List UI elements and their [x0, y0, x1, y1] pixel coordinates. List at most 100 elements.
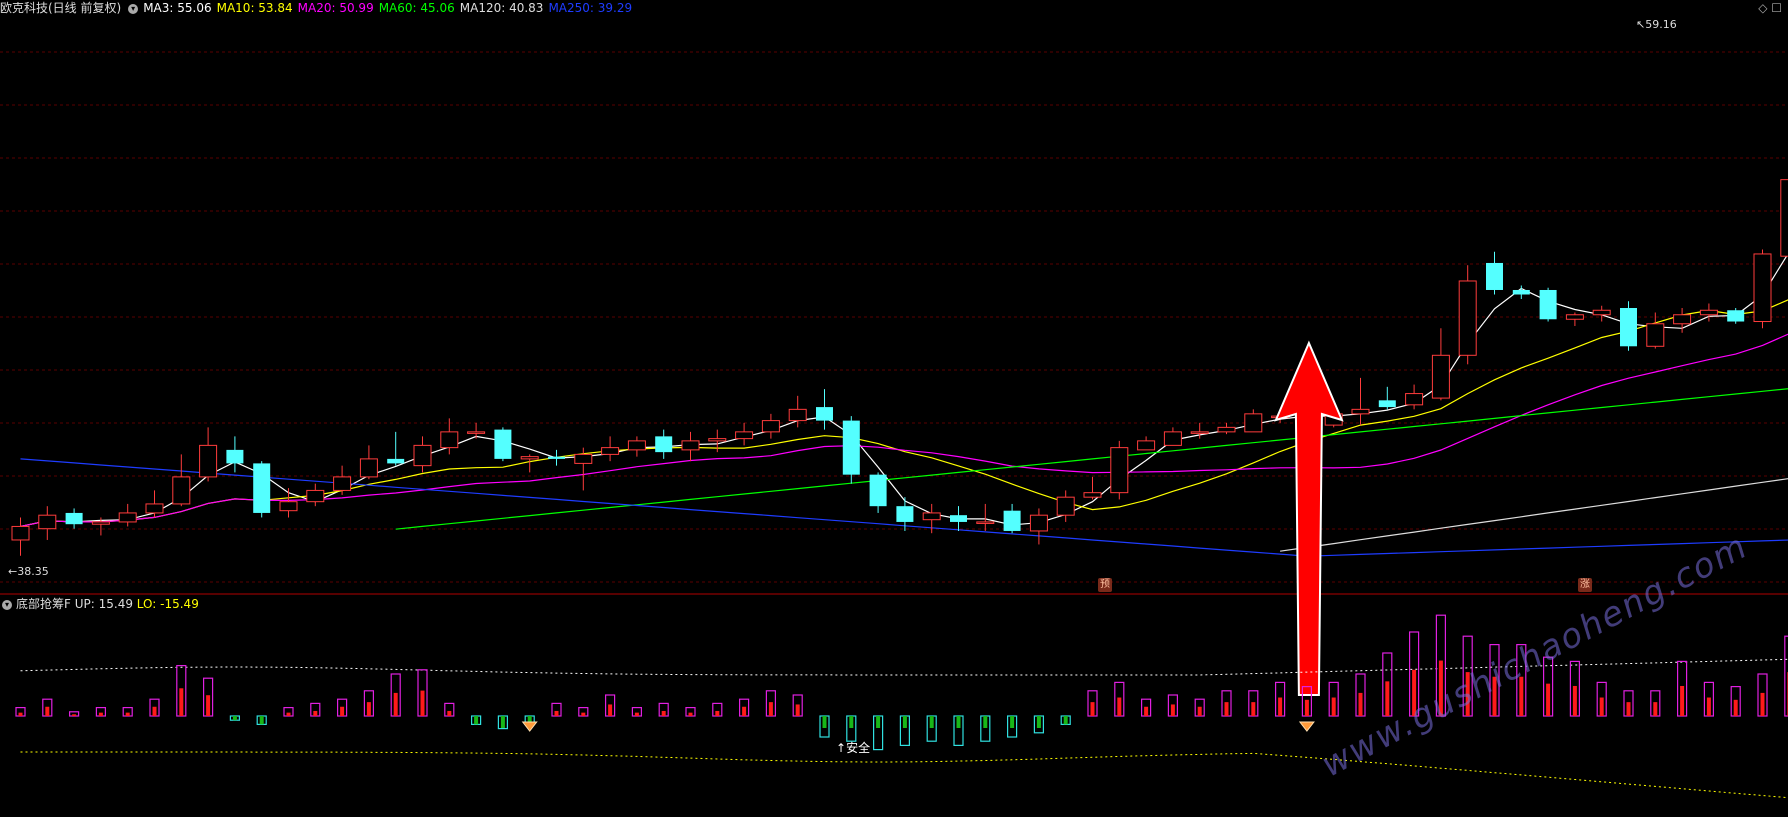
candle-body-up: [1351, 408, 1370, 415]
indicator-bar-fill: [902, 716, 907, 728]
candle-body-up: [199, 444, 218, 478]
indicator-bar-fill: [1197, 706, 1202, 716]
candle-body-down: [1620, 308, 1637, 347]
candle-body-down: [494, 429, 512, 459]
candle-body-down: [1378, 400, 1396, 408]
indicator-bar-fill: [1063, 716, 1068, 725]
indicator-bar-fill: [125, 712, 130, 716]
candle-body-down: [65, 512, 83, 525]
candle-body-up: [1056, 496, 1075, 516]
indicator-bar-fill: [393, 692, 398, 716]
ma10-label: MA10: 53.84: [216, 1, 293, 15]
indicator-bar-fill: [956, 716, 961, 728]
window-controls-icon[interactable]: ◇ ☐: [1758, 1, 1782, 15]
safe-zone-label: ↑安全: [836, 741, 871, 755]
indicator-bar-fill: [366, 702, 371, 716]
indicator-bar-fill: [98, 712, 103, 716]
ma20-label: MA20: 50.99: [297, 1, 374, 15]
diamond-marker-icon: [1298, 721, 1315, 732]
candle-body-up: [118, 512, 137, 523]
low-price-label: ←38.35: [8, 565, 49, 578]
stock-title: 欧克科技(日线 前复权): [0, 1, 122, 15]
candle-body-up: [306, 489, 325, 503]
indicator-bar-fill: [1331, 697, 1336, 716]
candle-body-up: [1753, 253, 1772, 323]
ma250-label: MA250: 39.29: [548, 1, 633, 15]
candle-body-up: [333, 476, 352, 491]
ma-line-ma3: [20, 252, 1788, 527]
diamond-marker-icon: [521, 721, 538, 732]
candle-body-up: [1405, 393, 1424, 406]
candle-body-up: [681, 440, 700, 451]
candle-body-up: [1592, 309, 1611, 316]
indicator-bar-fill: [45, 706, 50, 716]
indicator-bar-fill: [1036, 716, 1041, 728]
candle-body-up: [1137, 440, 1156, 451]
candle-body-up: [1780, 179, 1788, 257]
candle-body-down: [1727, 310, 1745, 322]
candle-body-up: [1110, 447, 1129, 494]
candle-body-up: [788, 408, 807, 422]
indicator-bar-fill: [849, 716, 854, 728]
indicator-bar-fill: [1760, 692, 1765, 716]
ma-line-ma10: [20, 299, 1788, 527]
indicator-bar-fill: [1626, 702, 1631, 716]
candle-body-up: [1673, 314, 1692, 325]
indicator-bar-fill: [259, 716, 264, 725]
candle-body-up: [1217, 426, 1236, 433]
candle-body-up: [467, 431, 486, 434]
indicator-bar-fill: [152, 706, 157, 716]
candle-body-down: [1486, 262, 1503, 290]
indicator-bar-fill: [474, 716, 479, 725]
indicator-bar-fill: [1680, 685, 1685, 716]
kline-chart[interactable]: [0, 0, 1788, 817]
candle-body-up: [91, 521, 110, 525]
candle-body-up: [1458, 280, 1477, 356]
indicator-bar-fill: [206, 695, 211, 716]
indicator-bar-fill: [1304, 699, 1309, 716]
candle-body-up: [145, 503, 164, 514]
candle-body-up: [359, 458, 378, 478]
indicator-bar-fill: [1653, 702, 1658, 716]
candle-body-up: [1646, 323, 1665, 347]
candle-body-down: [253, 463, 271, 513]
indicator-bar-fill: [581, 712, 586, 716]
indicator-lo-value: LO: -15.49: [136, 597, 199, 611]
indicator-bar-fill: [688, 712, 693, 716]
indicator-bar-fill: [822, 716, 827, 728]
candle-body-up: [735, 431, 754, 440]
indicator-bar-fill: [715, 710, 720, 716]
indicator-bar-fill: [286, 712, 291, 716]
candle-body-up: [1029, 514, 1048, 532]
indicator-bar-fill: [1170, 704, 1175, 716]
ma120-label: MA120: 40.83: [459, 1, 544, 15]
indicator-title: 底部抢筹F: [16, 597, 71, 611]
indicator-bar-fill: [1599, 697, 1604, 716]
candle-body-down: [387, 458, 405, 464]
indicator-lower-band: [20, 751, 1788, 799]
indicator-bar-fill: [1010, 716, 1015, 728]
indicator-bar-fill: [1572, 685, 1577, 716]
settings-icon[interactable]: ▾: [128, 3, 139, 14]
candle-body-up: [574, 453, 593, 464]
indicator-bar-fill: [608, 704, 613, 716]
indicator-bar-fill: [500, 716, 505, 728]
candle-body-down: [896, 506, 914, 522]
indicator-bar-fill: [1358, 692, 1363, 716]
high-price-label: ↖59.16: [1636, 18, 1677, 31]
indicator-bar-fill: [768, 702, 773, 716]
price-panel-header: 欧克科技(日线 前复权) ▾ MA3: 55.06 MA10: 53.84 MA20: …: [0, 0, 637, 16]
signal-tag-zhang: 涨: [1578, 578, 1592, 592]
indicator-bar-fill: [72, 714, 77, 716]
indicator-settings-icon[interactable]: ▾: [2, 599, 12, 610]
indicator-bar-fill: [742, 706, 747, 716]
indicator-bar-fill: [929, 716, 934, 728]
indicator-bar-fill: [1224, 702, 1229, 716]
candle-body-down: [816, 407, 833, 421]
candle-body-up: [413, 444, 432, 467]
indicator-bar-fill: [179, 688, 184, 716]
candle-body-up: [11, 525, 30, 541]
candle-body-up: [976, 521, 995, 524]
candle-body-up: [1190, 431, 1209, 434]
indicator-bar-fill: [1117, 697, 1122, 716]
